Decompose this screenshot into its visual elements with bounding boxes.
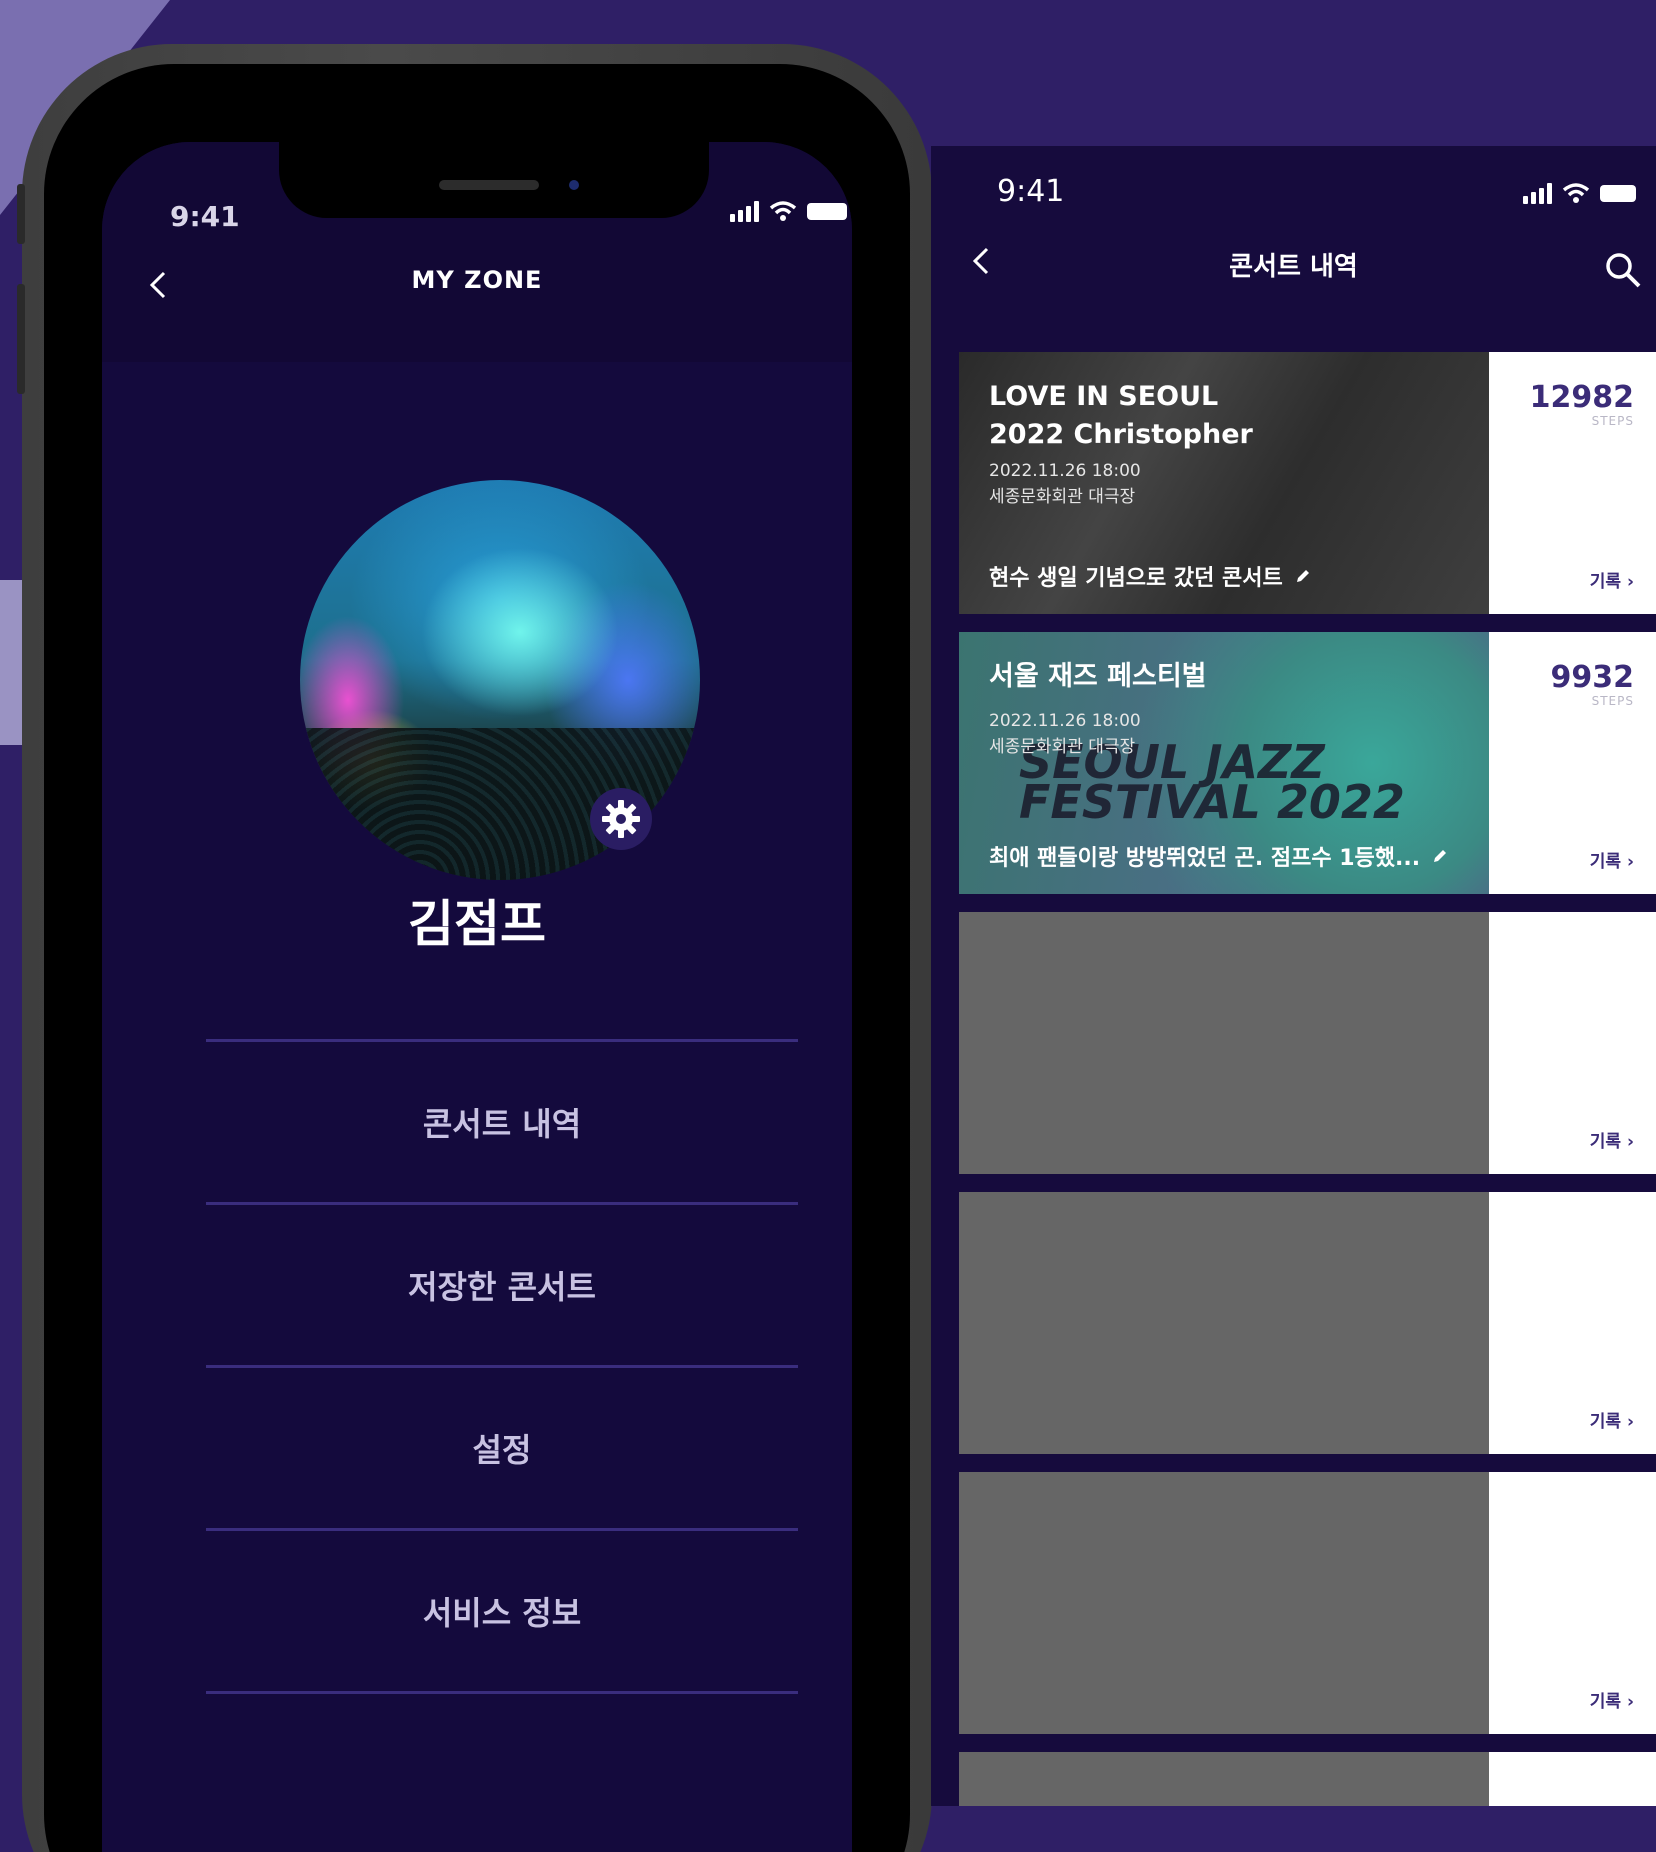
- concert-card[interactable]: 기록 ›: [959, 912, 1656, 1174]
- concert-date: 2022.11.26 18:00: [989, 711, 1141, 731]
- concert-meta: 2022.11.26 18:00 세종문화회관 대극장: [989, 458, 1141, 510]
- steps-label: STEPS: [1591, 694, 1634, 708]
- concert-card-image-placeholder: [959, 1752, 1489, 1806]
- concert-venue: 세종문화회관 대극장: [989, 737, 1136, 757]
- concert-card-image-placeholder: [959, 1192, 1489, 1454]
- concert-card-stats: 12982 STEPS 기록 ›: [1489, 352, 1656, 614]
- concert-card-image-placeholder: [959, 912, 1489, 1174]
- phone-frame: 9:41 MY ZONE 김점프 콘서트 내역 저장한 콘서트 설정 서비스 정…: [17, 44, 932, 1852]
- menu-item-concert-history[interactable]: 콘서트 내역: [206, 1042, 798, 1202]
- signal-icon: [730, 200, 759, 222]
- menu-item-settings[interactable]: 설정: [206, 1368, 798, 1528]
- my-zone-screen: 9:41 MY ZONE 김점프 콘서트 내역 저장한 콘서트 설정 서비스 정…: [102, 142, 852, 1852]
- signal-icon: [1523, 182, 1552, 204]
- pencil-icon[interactable]: [1295, 568, 1311, 584]
- menu-item-service-info[interactable]: 서비스 정보: [206, 1531, 798, 1691]
- profile-menu: 콘서트 내역 저장한 콘서트 설정 서비스 정보: [206, 1039, 798, 1694]
- background-strip: [0, 580, 22, 745]
- concert-venue: 세종문화회관 대극장: [989, 487, 1136, 507]
- concert-card-image-placeholder: [959, 1472, 1489, 1734]
- concert-card[interactable]: LOVE IN SEOUL 2022 Christopher 2022.11.2…: [959, 352, 1656, 614]
- concert-card[interactable]: SEOUL JAZZ FESTIVAL 2022 서울 재즈 페스티벌 2022…: [959, 632, 1656, 894]
- side-button: [17, 284, 25, 394]
- status-icons: [1523, 182, 1636, 204]
- concert-card-image: SEOUL JAZZ FESTIVAL 2022 서울 재즈 페스티벌 2022…: [959, 632, 1489, 894]
- record-link[interactable]: 기록 ›: [1590, 1407, 1634, 1432]
- page-title: MY ZONE: [411, 266, 543, 294]
- concert-card-stats: 기록 ›: [1489, 912, 1656, 1174]
- steps-count: 12982 STEPS: [1529, 380, 1634, 429]
- pencil-icon[interactable]: [1432, 848, 1448, 864]
- concert-title: LOVE IN SEOUL 2022 Christopher: [989, 378, 1253, 454]
- side-button: [17, 184, 25, 244]
- concert-title: 서울 재즈 페스티벌: [989, 661, 1207, 692]
- steps-count: 9932 STEPS: [1550, 660, 1635, 709]
- concert-card[interactable]: [959, 1752, 1656, 1806]
- steps-number: 12982: [1529, 380, 1634, 415]
- concert-meta: 2022.11.26 18:00 세종문화회관 대극장: [989, 708, 1141, 760]
- concert-history-screen: 9:41 콘서트 내역 LOVE IN SEOUL 2022 Christoph…: [931, 146, 1656, 1806]
- concert-card-stats: 기록 ›: [1489, 1472, 1656, 1734]
- wifi-icon: [1562, 183, 1590, 203]
- battery-icon: [807, 202, 847, 220]
- menu-item-saved-concerts[interactable]: 저장한 콘서트: [206, 1205, 798, 1365]
- concert-title-line: LOVE IN SEOUL: [989, 381, 1219, 412]
- username: 김점프: [408, 895, 546, 953]
- status-icons: [730, 200, 847, 222]
- battery-icon: [1600, 184, 1636, 202]
- phone-bezel: 9:41 MY ZONE 김점프 콘서트 내역 저장한 콘서트 설정 서비스 정…: [44, 64, 910, 1852]
- concert-memo-text: 최애 팬들이랑 방방뛰었던 곤. 점프수 1등했...: [989, 846, 1421, 871]
- record-link[interactable]: 기록 ›: [1590, 1127, 1634, 1152]
- page-title: 콘서트 내역: [1229, 252, 1358, 282]
- record-link[interactable]: 기록 ›: [1590, 1687, 1634, 1712]
- divider: [206, 1691, 798, 1694]
- steps-number: 9932: [1550, 660, 1635, 695]
- concert-memo-text: 현수 생일 기념으로 갔던 콘서트: [989, 566, 1283, 591]
- profile-settings-button[interactable]: [590, 788, 652, 850]
- concert-card[interactable]: 기록 ›: [959, 1472, 1656, 1734]
- concert-card-stats: 9932 STEPS 기록 ›: [1489, 632, 1656, 894]
- concert-card-image: LOVE IN SEOUL 2022 Christopher 2022.11.2…: [959, 352, 1489, 614]
- concert-card[interactable]: 기록 ›: [959, 1192, 1656, 1454]
- record-link[interactable]: 기록 ›: [1590, 567, 1634, 592]
- concert-card-stats: 기록 ›: [1489, 1192, 1656, 1454]
- phone-notch: [279, 126, 709, 218]
- steps-label: STEPS: [1591, 414, 1634, 428]
- record-link[interactable]: 기록 ›: [1590, 847, 1634, 872]
- concert-title-line: 2022 Christopher: [989, 419, 1253, 450]
- concert-date: 2022.11.26 18:00: [989, 461, 1141, 481]
- concert-memo: 현수 생일 기념으로 갔던 콘서트: [989, 560, 1311, 592]
- wifi-icon: [769, 201, 797, 221]
- speaker: [439, 180, 539, 190]
- status-time: 9:41: [170, 200, 240, 233]
- camera: [569, 180, 579, 190]
- concert-card-stats: [1489, 1752, 1656, 1806]
- status-time: 9:41: [997, 174, 1065, 209]
- concert-memo: 최애 팬들이랑 방방뛰었던 곤. 점프수 1등했...: [989, 840, 1448, 872]
- gear-icon: [602, 800, 640, 838]
- search-icon[interactable]: [1603, 250, 1643, 290]
